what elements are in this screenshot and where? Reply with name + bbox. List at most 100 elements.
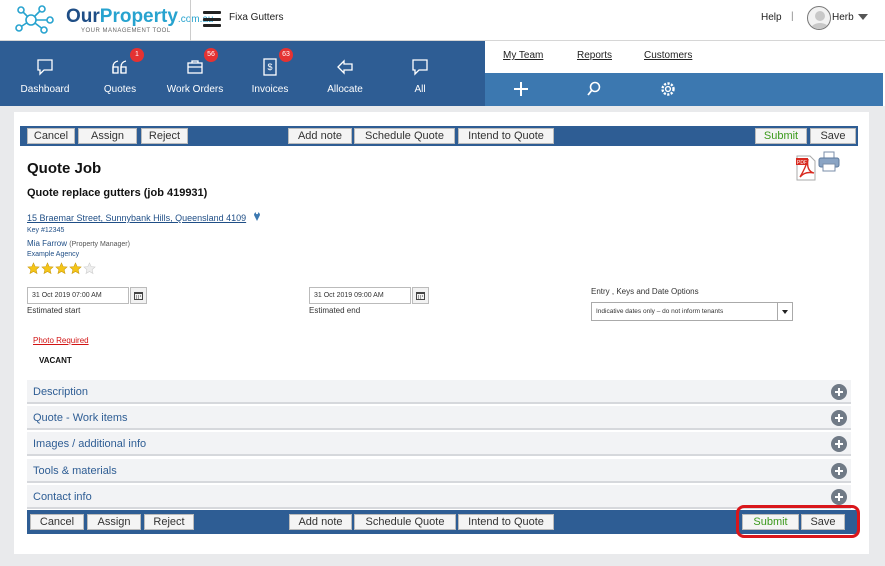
- plus-icon[interactable]: [512, 80, 530, 98]
- schedule-quote-button[interactable]: Schedule Quote: [354, 128, 455, 144]
- expand-plus-icon[interactable]: [831, 410, 847, 426]
- reports-link[interactable]: Reports: [577, 50, 612, 61]
- quote-icon: [112, 60, 127, 74]
- secondary-nav: My Team Reports Customers: [485, 41, 885, 106]
- assign-button[interactable]: Assign: [78, 128, 137, 144]
- entry-options-select[interactable]: Indicative dates only – do not inform te…: [591, 302, 793, 321]
- section-label: Quote - Work items: [33, 412, 128, 424]
- hamburger-menu-icon[interactable]: [203, 11, 221, 27]
- nav-item-quotes[interactable]: 1 Quotes: [85, 41, 155, 106]
- add-note-button[interactable]: Add note: [289, 514, 352, 530]
- nav-label: Allocate: [327, 84, 363, 95]
- map-pin-icon[interactable]: [253, 209, 261, 221]
- expand-plus-icon[interactable]: [831, 384, 847, 400]
- help-link[interactable]: Help: [761, 12, 782, 23]
- nav-item-allocate[interactable]: Allocate: [310, 41, 380, 106]
- assign-button[interactable]: Assign: [87, 514, 141, 530]
- estimated-start-label: Estimated start: [27, 306, 81, 315]
- estimated-start-input[interactable]: 31 Oct 2019 07:00 AM: [27, 287, 129, 304]
- expand-plus-icon[interactable]: [831, 436, 847, 452]
- customers-link[interactable]: Customers: [644, 50, 692, 61]
- page-title: Quote Job: [27, 160, 102, 177]
- top-action-bar: Cancel Assign Reject Add note Schedule Q…: [20, 126, 858, 146]
- svg-text:$: $: [267, 62, 272, 72]
- section-tools-materials[interactable]: Tools & materials: [27, 459, 851, 483]
- invoices-count-badge: 63: [279, 48, 293, 62]
- key-number: Key #12345: [27, 227, 65, 234]
- submit-save-highlight: [736, 505, 860, 538]
- expand-plus-icon[interactable]: [831, 489, 847, 505]
- estimated-end-input[interactable]: 31 Oct 2019 09:00 AM: [309, 287, 411, 304]
- schedule-quote-button[interactable]: Schedule Quote: [354, 514, 456, 530]
- printer-icon[interactable]: [818, 151, 840, 173]
- calendar-icon[interactable]: [412, 287, 429, 304]
- secondary-icon-bar: [485, 73, 883, 106]
- star-empty-icon: [83, 262, 96, 275]
- network-logo-icon: [15, 5, 54, 34]
- vacancy-status: VACANT: [39, 356, 72, 365]
- property-address-link[interactable]: 15 Braemar Street, Sunnybank Hills, Quee…: [27, 213, 246, 223]
- cancel-button[interactable]: Cancel: [27, 128, 75, 144]
- reject-button[interactable]: Reject: [141, 128, 188, 144]
- header-separator: |: [791, 11, 794, 22]
- save-button[interactable]: Save: [810, 128, 856, 144]
- intend-to-quote-button[interactable]: Intend to Quote: [458, 514, 554, 530]
- gear-icon[interactable]: [659, 80, 677, 98]
- chevron-down-icon[interactable]: [858, 14, 868, 20]
- nav-label: Quotes: [103, 84, 137, 95]
- property-manager: Mia Farrow (Property Manager): [27, 239, 130, 248]
- star-rating: [27, 262, 97, 276]
- speech-bubble-icon: [412, 59, 428, 76]
- section-description[interactable]: Description: [27, 380, 851, 404]
- speech-bubble-icon: [37, 59, 53, 76]
- main-nav: Dashboard 1 Quotes 56 Work Orders $ 63 I…: [0, 41, 485, 106]
- nav-label: All: [414, 84, 426, 95]
- entry-options-value: Indicative dates only – do not inform te…: [596, 308, 724, 315]
- nav-item-work-orders[interactable]: 56 Work Orders: [160, 41, 230, 106]
- nav-label: Invoices: [251, 84, 289, 95]
- chevron-down-icon[interactable]: [777, 303, 792, 320]
- secondary-links-bar: My Team Reports Customers: [485, 41, 883, 73]
- user-avatar[interactable]: [807, 6, 831, 30]
- user-name[interactable]: Herb: [832, 12, 854, 23]
- add-note-button[interactable]: Add note: [288, 128, 352, 144]
- reject-button[interactable]: Reject: [144, 514, 194, 530]
- briefcase-icon: [187, 60, 203, 74]
- manager-role: (Property Manager): [69, 241, 130, 248]
- nav-item-invoices[interactable]: $ 63 Invoices: [235, 41, 305, 106]
- expand-plus-icon[interactable]: [831, 463, 847, 479]
- submit-button[interactable]: Submit: [755, 128, 807, 144]
- agency-name: Example Agency: [27, 251, 80, 258]
- intend-to-quote-button[interactable]: Intend to Quote: [458, 128, 554, 144]
- person-icon: [811, 11, 829, 29]
- section-images-additional-info[interactable]: Images / additional info: [27, 432, 851, 456]
- star-icon: [55, 262, 68, 275]
- top-header: OurProperty.com.au YOUR MANAGEMENT TOOL …: [0, 0, 885, 41]
- cancel-button[interactable]: Cancel: [30, 514, 84, 530]
- nav-label: Dashboard: [20, 84, 70, 95]
- job-subtitle: Quote replace gutters (job 419931): [27, 187, 208, 199]
- ourproperty-logo[interactable]: OurProperty.com.au YOUR MANAGEMENT TOOL: [14, 3, 214, 38]
- nav-label: Work Orders: [166, 84, 224, 95]
- nav-item-dashboard[interactable]: Dashboard: [10, 41, 80, 106]
- search-icon[interactable]: [585, 80, 603, 98]
- invoice-icon: $: [263, 58, 277, 76]
- entry-options-label: Entry , Keys and Date Options: [591, 287, 699, 296]
- section-quote-work-items[interactable]: Quote - Work items: [27, 406, 851, 430]
- pdf-icon[interactable]: PDF: [796, 155, 816, 181]
- arrow-left-icon: [337, 59, 353, 75]
- nav-item-all[interactable]: All: [385, 41, 455, 106]
- logo-wordmark: OurProperty.com.au: [66, 6, 214, 27]
- star-icon: [69, 262, 82, 275]
- my-team-link[interactable]: My Team: [503, 50, 543, 61]
- estimated-end-label: Estimated end: [309, 306, 361, 315]
- section-label: Contact info: [33, 491, 92, 503]
- quotes-count-badge: 1: [130, 48, 144, 62]
- calendar-icon[interactable]: [130, 287, 147, 304]
- photo-required-link[interactable]: Photo Required: [33, 336, 89, 345]
- star-icon: [27, 262, 40, 275]
- section-contact-info[interactable]: Contact info: [27, 485, 851, 509]
- manager-name: Mia Farrow: [27, 239, 68, 248]
- logo-tagline: YOUR MANAGEMENT TOOL: [81, 28, 171, 34]
- section-label: Images / additional info: [33, 438, 147, 450]
